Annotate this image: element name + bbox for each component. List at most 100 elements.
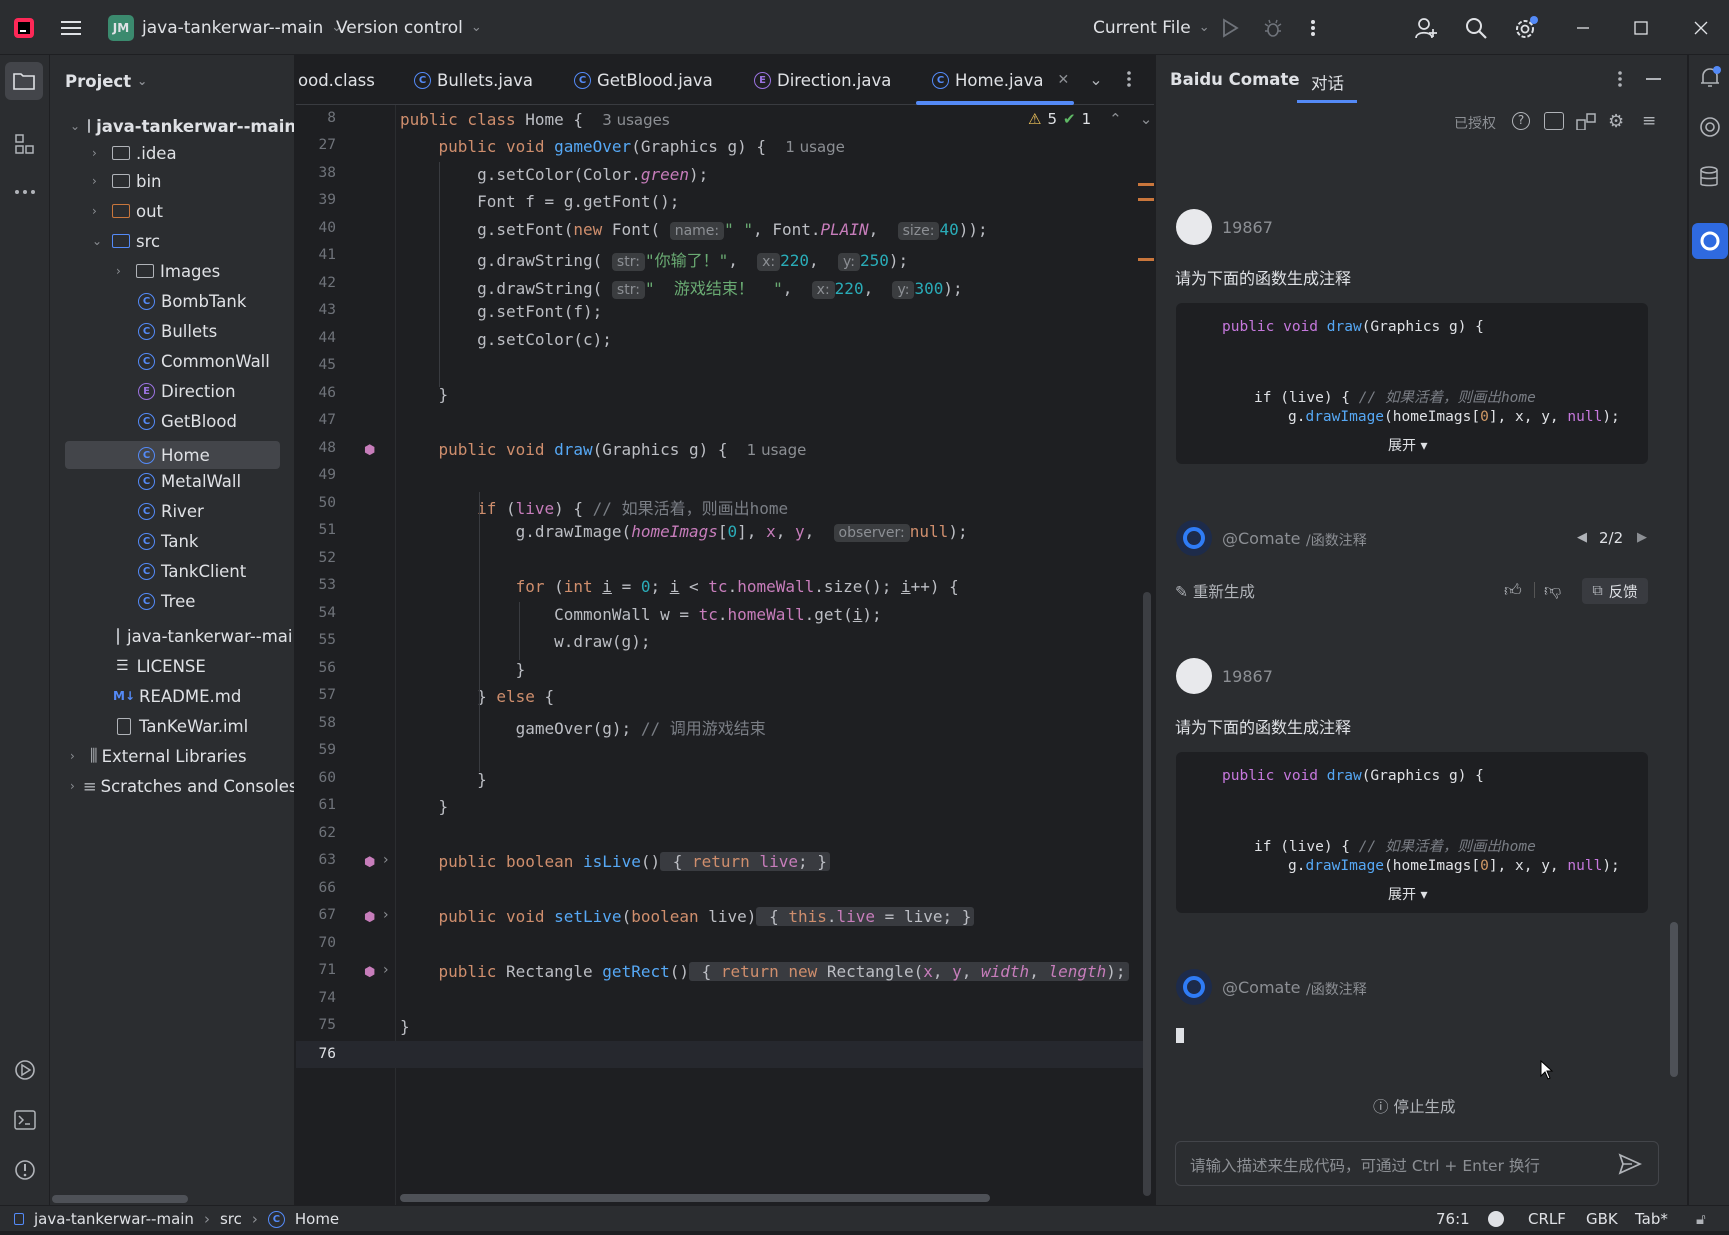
code-line[interactable]: } bbox=[400, 1017, 410, 1036]
tree-item-direction[interactable]: E Direction bbox=[50, 376, 294, 406]
tab-getblood-java[interactable]: C GetBlood.java bbox=[574, 55, 713, 105]
usage-hint[interactable]: 3 usages bbox=[602, 111, 669, 129]
comate-tool-button[interactable] bbox=[1692, 223, 1728, 259]
code-line[interactable]: g.drawString( str: " 游戏结束！ ", x: 220, y: 30… bbox=[400, 275, 963, 299]
fold-expand-icon[interactable]: › bbox=[383, 907, 389, 923]
run-config-selector[interactable]: Current File ⌄ bbox=[1093, 0, 1210, 55]
tab-chat[interactable]: 对话 bbox=[1311, 70, 1344, 94]
tree-item-out[interactable]: › out bbox=[50, 196, 294, 226]
next-highlight-icon[interactable]: ⌄ bbox=[1140, 110, 1153, 128]
tree-item-tankclient[interactable]: C TankClient bbox=[50, 556, 294, 586]
thumbs-down-icon[interactable]: 👎︎ bbox=[1544, 580, 1561, 601]
chat-scrollbar[interactable] bbox=[1670, 922, 1678, 1077]
code-line[interactable]: g.drawImage(homeImags[0], x, y, observer… bbox=[400, 522, 968, 542]
comate-more-icon[interactable] bbox=[1617, 70, 1623, 92]
tree-item-images[interactable]: › Images bbox=[50, 256, 294, 286]
code-line[interactable]: public void setLive(boolean live) { this… bbox=[400, 907, 975, 926]
project-tool-button[interactable] bbox=[5, 62, 43, 100]
warning-stripe-marker[interactable] bbox=[1138, 258, 1154, 261]
pager-prev-icon[interactable]: ◀ bbox=[1577, 530, 1587, 545]
code-line[interactable]: } bbox=[400, 770, 487, 789]
expand-button[interactable]: 展开 ▾ bbox=[1388, 884, 1427, 904]
breadcrumb-item[interactable]: src bbox=[220, 1210, 242, 1228]
code-line[interactable]: for (int i = 0; i < tc.homeWall.size(); … bbox=[400, 577, 959, 596]
search-icon[interactable] bbox=[1464, 0, 1488, 55]
code-line[interactable]: public void draw(Graphics g) { 1 usage bbox=[400, 440, 807, 459]
maximize-button[interactable] bbox=[1634, 0, 1648, 55]
ai-assistant-icon[interactable] bbox=[1698, 115, 1722, 143]
code-line[interactable]: } bbox=[400, 385, 449, 404]
fold-expand-icon[interactable]: › bbox=[383, 852, 389, 868]
tree-item-src[interactable]: ⌄ src bbox=[50, 226, 294, 256]
file-encoding[interactable]: GBK bbox=[1586, 1210, 1618, 1228]
tree-item-iml[interactable]: TanKeWar.iml bbox=[50, 711, 294, 741]
run-icon[interactable] bbox=[1221, 0, 1239, 55]
code-line[interactable]: public boolean isLive() { return live; } bbox=[400, 852, 830, 871]
thumbs-up-icon[interactable]: 👍︎ bbox=[1504, 580, 1522, 601]
project-panel-header[interactable]: Project ⌄ bbox=[65, 70, 147, 92]
settings-icon[interactable]: ⚙ bbox=[1608, 111, 1624, 132]
tree-item-bin[interactable]: › bin bbox=[50, 166, 294, 196]
menu-lines-icon[interactable]: ≡ bbox=[1642, 111, 1656, 131]
debug-icon[interactable] bbox=[1263, 0, 1283, 55]
code-line[interactable]: public void gameOver(Graphics g) { 1 usa… bbox=[400, 137, 845, 156]
tree-item-home[interactable]: C Home bbox=[65, 441, 280, 469]
warning-stripe-marker[interactable] bbox=[1138, 183, 1154, 186]
services-tool-button[interactable] bbox=[10, 1055, 40, 1085]
code-line[interactable]: w.draw(g); bbox=[400, 632, 650, 651]
code-line[interactable]: gameOver(g); // 调用游戏结束 bbox=[400, 715, 766, 739]
tree-item-jar[interactable]: java-tankerwar--main. bbox=[50, 621, 294, 651]
tree-item-idea[interactable]: › .idea bbox=[50, 138, 294, 168]
lock-icon[interactable]: 🔓︎ bbox=[1696, 1210, 1706, 1228]
main-menu-icon[interactable] bbox=[60, 0, 82, 55]
tab-list-chevron-icon[interactable]: ⌄ bbox=[1086, 69, 1106, 89]
app-logo-icon[interactable] bbox=[12, 0, 36, 55]
tree-root[interactable]: ⌄ java-tankerwar--main bbox=[50, 111, 294, 141]
expand-button[interactable]: 展开 ▾ bbox=[1388, 435, 1427, 455]
version-control-menu[interactable]: Version control ⌄ bbox=[336, 0, 482, 55]
send-icon[interactable] bbox=[1618, 1153, 1643, 1179]
code-line[interactable]: Font f = g.getFont(); bbox=[400, 192, 679, 211]
implements-marker-icon[interactable]: ⬢ bbox=[364, 965, 375, 980]
tree-item-river[interactable]: C River bbox=[50, 496, 294, 526]
more-tools-icon[interactable] bbox=[10, 177, 40, 207]
editor-vertical-scrollbar[interactable] bbox=[1143, 592, 1151, 1196]
editor-horizontal-scrollbar[interactable] bbox=[400, 1194, 990, 1202]
code-line[interactable]: if (live) { // 如果活着，则画出home bbox=[400, 495, 788, 519]
tree-item-bombtank[interactable]: C BombTank bbox=[50, 286, 294, 316]
prompt-input[interactable]: 请输入描述来生成代码，可通过 Ctrl + Enter 换行 bbox=[1175, 1141, 1659, 1186]
code-line[interactable]: public Rectangle getRect() { return new … bbox=[400, 962, 1129, 981]
breadcrumb-item[interactable]: java-tankerwar--main bbox=[34, 1210, 194, 1228]
terminal-tool-button[interactable] bbox=[10, 1105, 40, 1135]
breadcrumb-item[interactable]: Home bbox=[295, 1210, 339, 1228]
feedback-button[interactable]: ⧉ 反馈 bbox=[1582, 578, 1648, 604]
tab-more-icon[interactable] bbox=[1126, 70, 1132, 92]
tree-item-commonwall[interactable]: C CommonWall bbox=[50, 346, 294, 376]
implements-marker-icon[interactable]: ⬢ bbox=[364, 443, 375, 458]
line-separator[interactable]: CRLF bbox=[1528, 1210, 1566, 1228]
project-switcher[interactable]: JM java-tankerwar--main ⌄ bbox=[108, 0, 342, 55]
code-line[interactable]: } bbox=[400, 797, 449, 816]
database-icon[interactable] bbox=[1698, 165, 1720, 193]
indent-setting[interactable]: Tab* bbox=[1635, 1210, 1668, 1228]
caret-position[interactable]: 76:1 bbox=[1436, 1210, 1470, 1228]
add-user-icon[interactable] bbox=[1414, 0, 1438, 55]
tree-item-tank[interactable]: C Tank bbox=[50, 526, 294, 556]
tree-item-license[interactable]: ☰ LICENSE bbox=[50, 651, 294, 681]
tab-home-java[interactable]: C Home.java ✕ bbox=[932, 55, 1069, 105]
tab-bullets-java[interactable]: C Bullets.java bbox=[414, 55, 533, 105]
code-line[interactable]: CommonWall w = tc.homeWall.get(i); bbox=[400, 605, 882, 624]
minimize-button[interactable] bbox=[1576, 0, 1590, 55]
settings-icon[interactable] bbox=[1513, 0, 1539, 55]
usage-hint[interactable]: 1 usage bbox=[747, 441, 807, 459]
tree-item-tree[interactable]: C Tree bbox=[50, 586, 294, 616]
fold-expand-icon[interactable]: › bbox=[383, 962, 389, 978]
structure-tool-button[interactable] bbox=[10, 129, 40, 159]
chat-history-icon[interactable] bbox=[1544, 112, 1564, 130]
pager-next-icon[interactable]: ▶ bbox=[1637, 530, 1647, 545]
help-icon[interactable]: ? bbox=[1512, 112, 1530, 130]
implements-marker-icon[interactable]: ⬢ bbox=[364, 855, 375, 870]
tree-item-scratches[interactable]: › ≡ Scratches and Consoles bbox=[50, 771, 294, 801]
tab-direction-java[interactable]: E Direction.java bbox=[754, 55, 891, 105]
project-horizontal-scrollbar[interactable] bbox=[52, 1195, 188, 1203]
